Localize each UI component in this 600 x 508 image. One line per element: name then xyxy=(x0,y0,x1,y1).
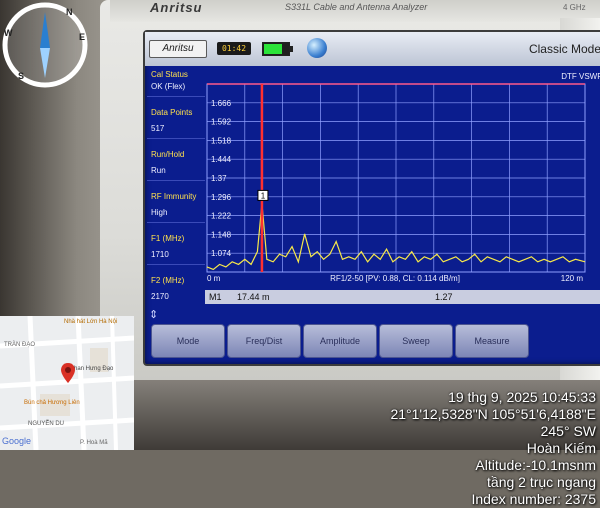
compass-north-label: N xyxy=(66,7,73,17)
map-thumbnail[interactable]: Nhà hát Lớn Hà Nội TRÀN ĐẠO Phan Hưng Đạ… xyxy=(0,316,134,450)
compass-east-label: E xyxy=(79,32,85,42)
gps-heading: 245° SW xyxy=(540,423,596,439)
y-tick-label: 1.666 xyxy=(211,99,232,108)
softkey-bar: Mode Freq/Dist Amplitude Sweep Measure xyxy=(145,324,600,364)
map-label-nguyen-du: NGUYỄN DU xyxy=(28,421,65,427)
compass-west-label: W xyxy=(4,28,13,38)
device-model: S331L Cable and Antenna Analyzer xyxy=(285,2,428,12)
y-tick-label: 1.296 xyxy=(211,193,232,202)
softkey-freq-dist[interactable]: Freq/Dist xyxy=(227,324,301,358)
gps-datetime: 19 thg 9, 2025 10:45:33 xyxy=(448,389,596,405)
marker-readout-value: 1.27 xyxy=(435,292,453,302)
x-end-label: 120 m xyxy=(561,274,584,283)
instrument-screen: Anritsu 01:42 Classic Mode Cal Status OK… xyxy=(143,30,600,366)
y-tick-label: 1.444 xyxy=(211,155,232,164)
gps-index: Index number: 2375 xyxy=(471,491,596,507)
gps-coordinates: 21°1'12,5328"N 105°51'6,4188"E xyxy=(390,406,596,422)
compass-widget: N E S W xyxy=(2,2,88,88)
softkey-measure[interactable]: Measure xyxy=(455,324,529,358)
scroll-arrows-icon[interactable]: ⇕ xyxy=(149,308,163,321)
gps-district: Hoàn Kiếm xyxy=(526,440,596,456)
y-tick-label: 1.222 xyxy=(211,212,232,221)
map-pin-icon xyxy=(61,363,75,383)
gps-altitude: Altitude:-10.1msnm xyxy=(475,457,596,473)
map-label-hoa-ma: P. Hoà Mã xyxy=(80,440,108,446)
y-tick-label: 1.592 xyxy=(211,118,232,127)
map-label-bun-cha: Bún chả Hương Liên xyxy=(24,400,80,406)
google-logo: Google xyxy=(2,436,32,446)
softkey-amplitude[interactable]: Amplitude xyxy=(303,324,377,358)
compass-south-label: S xyxy=(18,71,24,81)
y-tick-label: 1.074 xyxy=(211,249,232,258)
map-label-tran-dao: TRÀN ĐẠO xyxy=(4,342,36,348)
marker-readout-name: M1 xyxy=(209,292,222,302)
dtf-vswr-chart[interactable]: 1.666 1.592 1.518 1.444 1.37 1.296 1.222 1.148 1… xyxy=(145,32,600,324)
chart-footer-info: RF1/2-50 [PV: 0.88, CL: 0.114 dB/m] xyxy=(330,274,460,283)
x-start-label: 0 m xyxy=(207,274,221,283)
y-tick-label: 1.148 xyxy=(211,230,232,239)
softkey-mode[interactable]: Mode xyxy=(151,324,225,358)
gps-note: tầng 2 trục ngang xyxy=(487,474,596,490)
y-tick-label: 1.37 xyxy=(211,174,227,183)
map-label-opera-house: Nhà hát Lớn Hà Nội xyxy=(64,319,118,325)
device-freq-label: 4 GHz xyxy=(563,3,586,12)
device-brand: Anritsu xyxy=(150,0,203,15)
marker-readout-position: 17.44 m xyxy=(237,292,270,302)
gps-stamp: 19 thg 9, 2025 10:45:33 21°1'12,5328"N 1… xyxy=(390,389,596,508)
marker-readout-bar: M1 17.44 m 1.27 xyxy=(205,290,600,304)
map-label-phan-hung-dao: Phan Hưng Đạo xyxy=(70,366,114,372)
softkey-sweep[interactable]: Sweep xyxy=(379,324,453,358)
y-tick-label: 1.518 xyxy=(211,136,232,145)
marker-label: 1 xyxy=(261,191,266,200)
